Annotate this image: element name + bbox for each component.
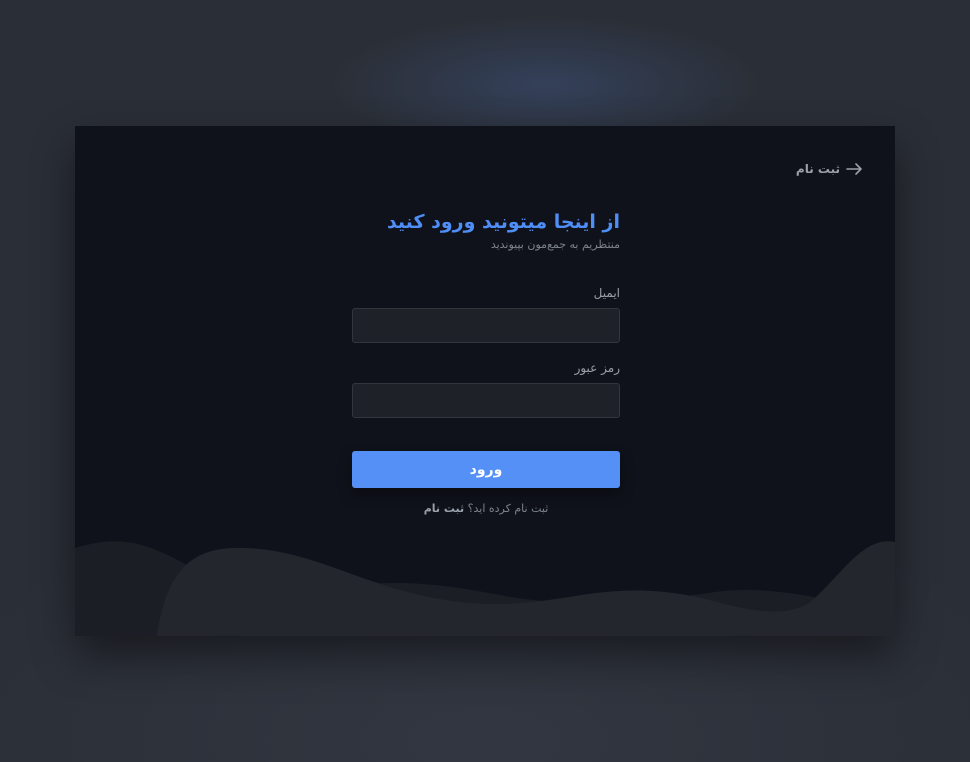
page-title: از اینجا میتونید ورود کنید <box>386 211 620 233</box>
decorative-waves <box>75 541 895 636</box>
page-subtitle: منتظریم به جمع‌مون بپیوندید <box>490 238 620 251</box>
signup-link-label: ثبت نام <box>795 162 840 176</box>
signup-link-top[interactable]: ثبت نام <box>796 162 863 176</box>
signup-prompt: ثبت نام کرده اید؟ ثبت نام <box>352 502 620 516</box>
signup-link-bottom[interactable]: ثبت نام <box>424 502 464 515</box>
login-card: ثبت نام از اینجا میتونید ورود کنید منتظر… <box>75 126 895 636</box>
signup-prompt-text: ثبت نام کرده اید؟ <box>467 502 549 515</box>
email-label: ایمیل <box>593 286 620 300</box>
login-form: از اینجا میتونید ورود کنید منتظریم به جم… <box>352 208 620 516</box>
login-button[interactable]: ورود <box>352 451 620 488</box>
password-label: رمز عبور <box>574 361 620 375</box>
password-field[interactable] <box>352 383 620 418</box>
email-field[interactable] <box>352 308 620 343</box>
arrow-right-icon <box>846 163 862 175</box>
